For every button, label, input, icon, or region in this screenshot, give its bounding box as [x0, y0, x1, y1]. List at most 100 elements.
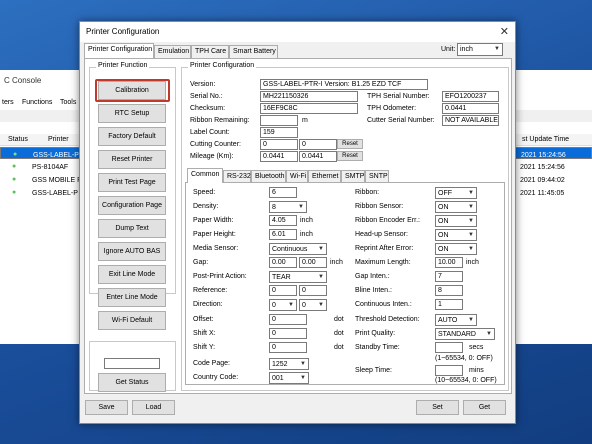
shift-y-unit: dot [334, 344, 344, 351]
ribbon-select[interactable]: OFF ▼ [435, 187, 477, 199]
tab-common[interactable]: Common [187, 168, 223, 183]
chevron-down-icon: ▼ [318, 302, 324, 308]
density-value: 8 [272, 204, 276, 211]
serial-field: MH221150326 [260, 91, 358, 102]
offset-unit: dot [334, 316, 344, 323]
configuration-page-button[interactable]: Configuration Page [98, 196, 166, 215]
factory-default-button[interactable]: Factory Default [98, 127, 166, 146]
code-page-select[interactable]: 1252 ▼ [269, 358, 309, 370]
enter-line-mode-button[interactable]: Enter Line Mode [98, 288, 166, 307]
reference-label: Reference: [193, 287, 228, 294]
row-time: 2021 15:24:56 [520, 164, 565, 171]
ribbon-encoder-value: ON [438, 218, 449, 225]
ribbon-encoder-select[interactable]: ON ▼ [435, 215, 477, 227]
sleep-field[interactable] [435, 365, 463, 376]
ribbon-sensor-value: ON [438, 204, 449, 211]
status-icon: ● [12, 176, 17, 183]
gap-unit: inch [330, 259, 343, 266]
threshold-value: AUTO [438, 317, 458, 324]
gap-field-b[interactable]: 0.00 [299, 257, 327, 268]
paper-width-field[interactable]: 4.05 [269, 215, 297, 226]
tab-smart-battery[interactable]: Smart Battery [229, 45, 278, 58]
reprint-select[interactable]: ON ▼ [435, 243, 477, 255]
standby-field[interactable] [435, 342, 463, 353]
reset-printer-button[interactable]: Reset Printer [98, 150, 166, 169]
cutting-counter-label: Cutting Counter: [190, 141, 241, 148]
print-test-page-button[interactable]: Print Test Page [98, 173, 166, 192]
mileage-reset-button[interactable]: Reset [337, 151, 363, 161]
offset-field[interactable]: 0 [269, 314, 307, 325]
continuous-inten-field[interactable]: 1 [435, 299, 463, 310]
direction-select-a[interactable]: 0 ▼ [269, 299, 297, 311]
gap-inten-label: Gap Inten.: [355, 273, 390, 280]
header-printer: Printer [48, 136, 69, 143]
country-code-select[interactable]: 001 ▼ [269, 372, 309, 384]
bline-inten-field[interactable]: 8 [435, 285, 463, 296]
tph-odometer-label: TPH Odometer: [367, 105, 417, 112]
reference-field-b[interactable]: 0 [299, 285, 327, 296]
threshold-select[interactable]: AUTO ▼ [435, 314, 477, 326]
console-menu-printers[interactable]: ters [2, 99, 14, 106]
cutting-counter-b: 0 [299, 139, 337, 150]
paper-height-field[interactable]: 6.01 [269, 229, 297, 240]
shift-y-field[interactable]: 0 [269, 342, 307, 353]
chevron-down-icon: ▼ [288, 302, 294, 308]
checksum-field: 16EF9C8C [260, 103, 358, 114]
chevron-down-icon: ▼ [468, 246, 474, 252]
direction-label: Direction: [193, 301, 223, 308]
media-sensor-select[interactable]: Continuous ▼ [269, 243, 327, 255]
set-button[interactable]: Set [416, 400, 459, 415]
media-sensor-value: Continuous [272, 246, 308, 253]
tab-tph-care[interactable]: TPH Care [191, 45, 229, 58]
density-select[interactable]: 8 ▼ [269, 201, 307, 213]
direction-select-b[interactable]: 0 ▼ [299, 299, 327, 311]
save-button[interactable]: Save [85, 400, 128, 415]
max-length-field[interactable]: 10.00 [435, 257, 463, 268]
ignore-auto-bas-button[interactable]: Ignore AUTO BAS [98, 242, 166, 261]
code-page-label: Code Page: [193, 360, 230, 367]
offset-label: Offset: [193, 316, 214, 323]
shift-x-field[interactable]: 0 [269, 328, 307, 339]
tph-serial-label: TPH Serial Number: [367, 93, 430, 100]
cutting-reset-button[interactable]: Reset [337, 139, 363, 149]
ribbon-sensor-select[interactable]: ON ▼ [435, 201, 477, 213]
post-print-select[interactable]: TEAR ▼ [269, 271, 327, 283]
get-status-button[interactable]: Get Status [98, 373, 166, 392]
serial-label: Serial No.: [190, 93, 223, 100]
close-icon[interactable]: ✕ [500, 25, 509, 38]
speed-field[interactable]: 6 [269, 187, 297, 198]
rtc-setup-button[interactable]: RTC Setup [98, 104, 166, 123]
print-quality-select[interactable]: STANDARD ▼ [435, 328, 495, 340]
chevron-down-icon: ▼ [468, 232, 474, 238]
load-button[interactable]: Load [132, 400, 175, 415]
get-button[interactable]: Get [463, 400, 506, 415]
mileage-a: 0.0441 [260, 151, 298, 162]
unit-value: inch [460, 46, 473, 53]
reference-field-a[interactable]: 0 [269, 285, 297, 296]
console-menu-functions[interactable]: Functions [22, 99, 52, 106]
status-icon: ● [13, 151, 18, 158]
wifi-default-button[interactable]: Wi-Fi Default [98, 311, 166, 330]
cutter-serial-label: Cutter Serial Number: [367, 117, 435, 124]
row-printer: PS-8104AF [32, 164, 69, 171]
dump-text-button[interactable]: Dump Text [98, 219, 166, 238]
printer-configuration-label: Printer Configuration [188, 62, 257, 69]
console-menu-tools[interactable]: Tools [60, 99, 76, 106]
direction-value-b: 0 [302, 302, 306, 309]
shift-x-label: Shift X: [193, 330, 216, 337]
dialog-titlebar: Printer Configuration ✕ [80, 22, 515, 42]
exit-line-mode-button[interactable]: Exit Line Mode [98, 265, 166, 284]
tph-odometer-field: 0.0441 [442, 103, 499, 114]
tab-printer-configuration[interactable]: Printer Configuration [84, 43, 154, 58]
country-code-value: 001 [272, 375, 284, 382]
tab-emulation[interactable]: Emulation [154, 45, 191, 58]
gap-inten-field[interactable]: 7 [435, 271, 463, 282]
label-count-field: 159 [260, 127, 298, 138]
gap-field-a[interactable]: 0.00 [269, 257, 297, 268]
unit-select[interactable]: inch ▼ [457, 43, 503, 56]
reprint-label: Reprint After Error: [355, 245, 414, 252]
ribbon-remaining-unit: m [302, 117, 308, 124]
headup-sensor-select[interactable]: ON ▼ [435, 229, 477, 241]
shift-x-unit: dot [334, 330, 344, 337]
chevron-down-icon: ▼ [468, 218, 474, 224]
